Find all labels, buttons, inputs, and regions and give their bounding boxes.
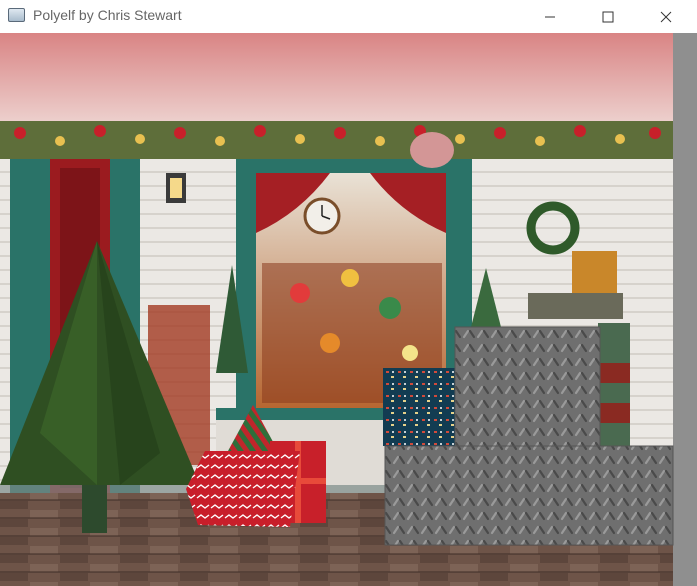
metal-plate-block-tall[interactable] xyxy=(454,326,601,448)
title-bar: Polyelf by Chris Stewart xyxy=(0,0,697,33)
suitcase-stack xyxy=(528,293,623,319)
window-sill xyxy=(216,408,396,420)
game-canvas[interactable] xyxy=(0,33,697,586)
metal-plate-block-wide[interactable] xyxy=(384,445,674,546)
close-button[interactable] xyxy=(643,0,689,33)
patterned-red-crate[interactable] xyxy=(186,451,300,527)
app-window-icon xyxy=(8,8,25,22)
maximize-icon xyxy=(602,11,614,22)
pink-ball[interactable] xyxy=(410,132,454,168)
close-icon xyxy=(660,11,672,22)
game-scene xyxy=(0,33,697,586)
canvas-edge xyxy=(673,33,697,586)
minimize-button[interactable] xyxy=(527,0,573,33)
navy-patterned-crate[interactable] xyxy=(383,368,458,446)
minimize-icon xyxy=(545,16,555,17)
sky-backdrop xyxy=(0,33,673,133)
maximize-button[interactable] xyxy=(585,0,631,33)
window-title: Polyelf by Chris Stewart xyxy=(33,7,182,23)
